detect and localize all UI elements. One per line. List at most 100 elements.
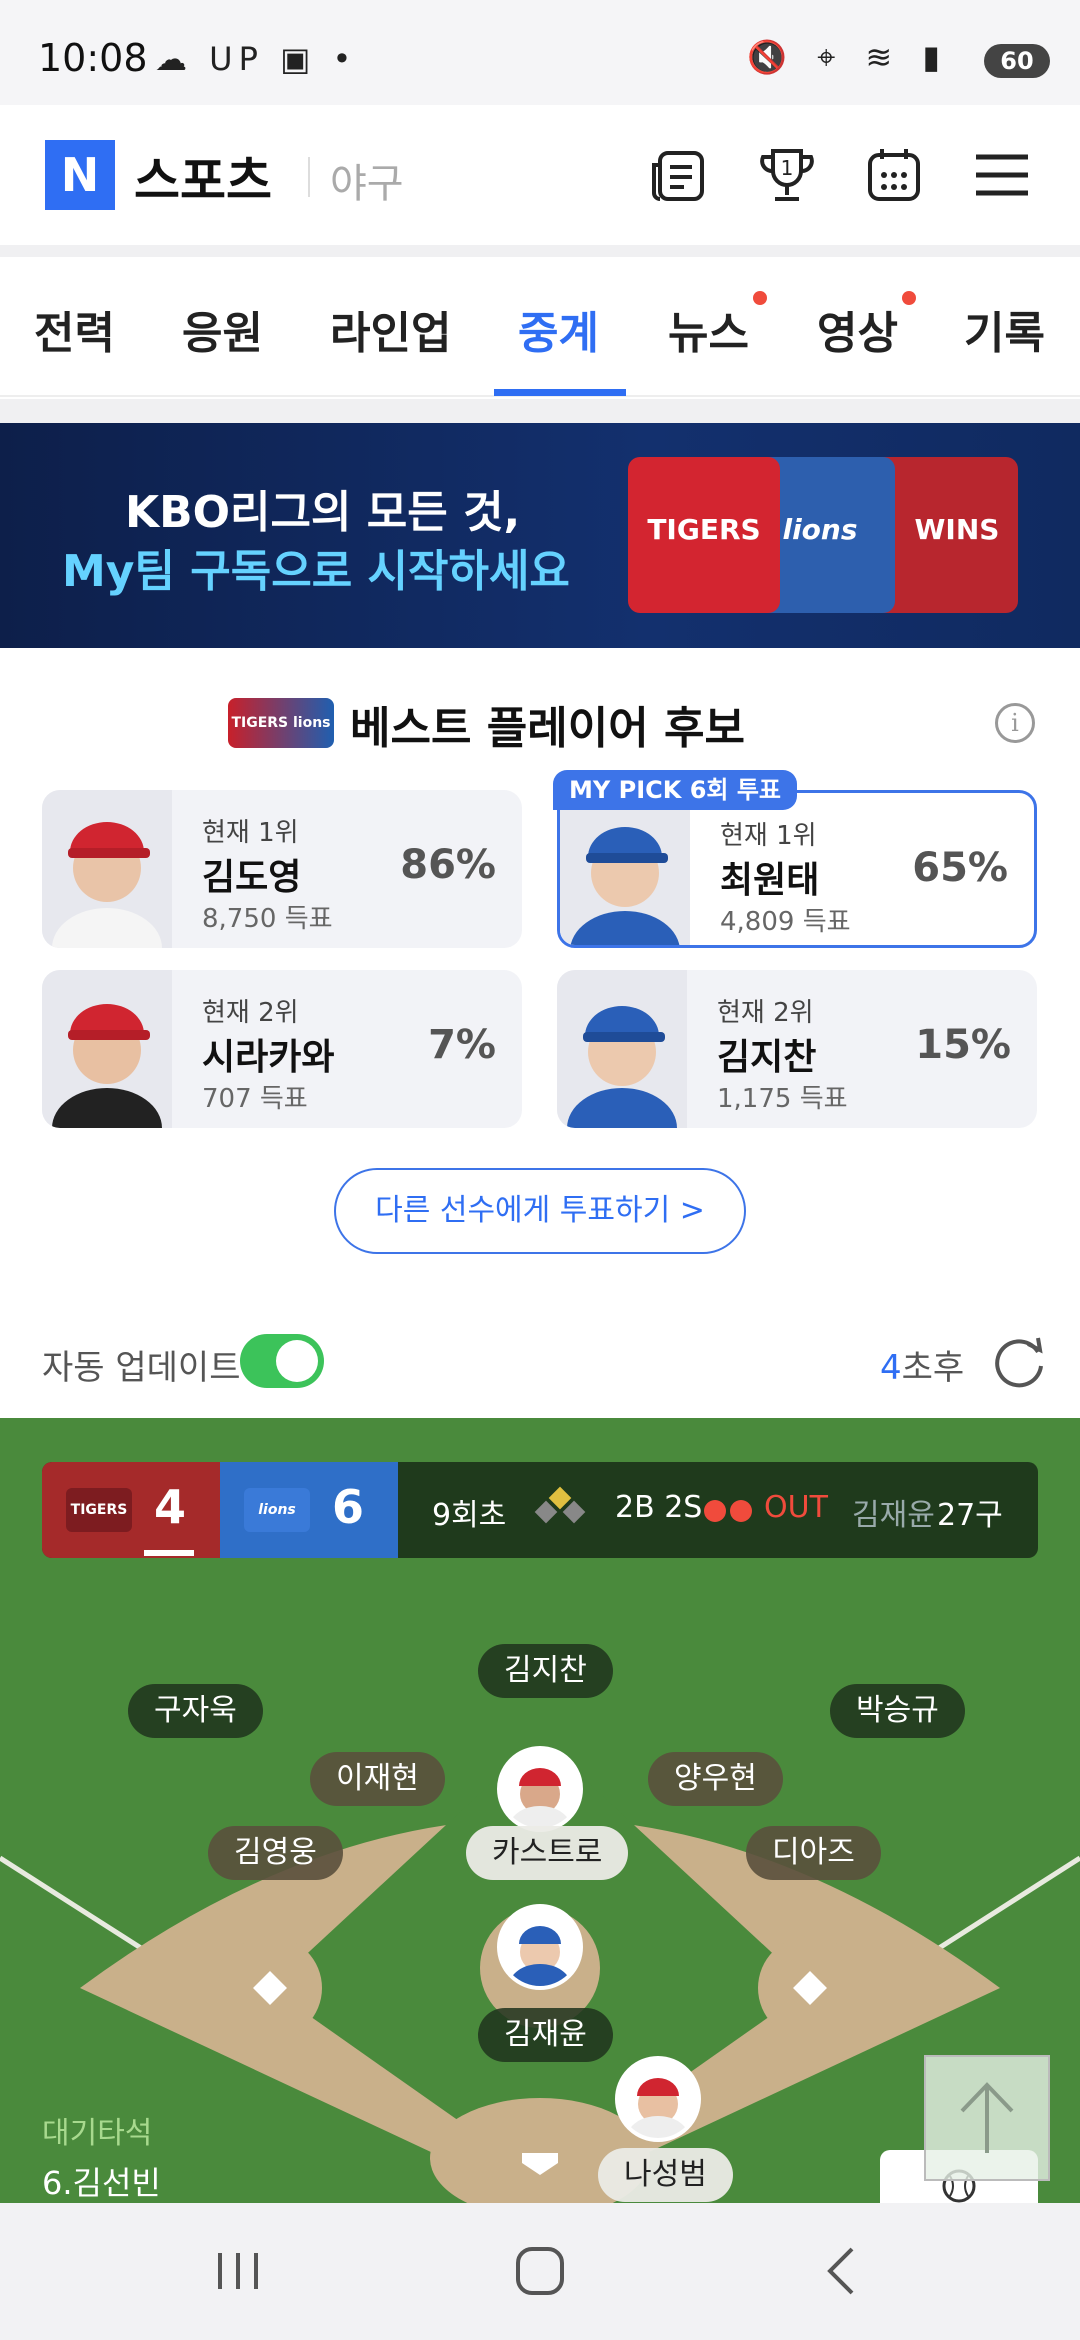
away-team: TIGERS 4 <box>42 1462 220 1558</box>
candidate-card[interactable]: 현재 1위 김도영 8,750 득표 86% <box>42 790 522 948</box>
fielder-2b[interactable]: 양우현 <box>648 1752 783 1806</box>
battery-icon: 60 <box>984 44 1050 78</box>
auto-update-row: 자동 업데이트 4초후 <box>0 1318 1080 1418</box>
banner-line2: My팀 구독으로 시작하세요 <box>62 546 570 597</box>
on-deck-player[interactable]: 6.김선빈 <box>42 2158 161 2203</box>
svg-text:1: 1 <box>781 156 794 180</box>
status-left-icons: ☁ UP ▣ • <box>155 40 358 78</box>
app-header: N 스포츠 야구 1 <box>0 105 1080 245</box>
bases-icon <box>532 1486 588 1532</box>
tabs-separator <box>0 399 1080 423</box>
candidate-votes: 8,750 득표 <box>202 904 333 934</box>
section-subtitle[interactable]: 야구 <box>330 151 404 209</box>
auto-update-toggle[interactable] <box>240 1334 324 1388</box>
candidate-votes: 1,175 득표 <box>717 1084 848 1114</box>
candidate-name: 시라카와 <box>202 1037 335 1078</box>
out-dots <box>704 1500 756 1526</box>
candidate-name: 최원태 <box>720 860 820 901</box>
home-team: lions 6 <box>220 1462 398 1558</box>
home-score: 6 <box>332 1480 365 1534</box>
pitch-count: 27구 <box>937 1498 1003 1533</box>
auto-update-label: 자동 업데이트 <box>42 1348 241 1388</box>
scoreboard[interactable]: TIGERS 4 lions 6 9회초 2B 2S OUT 김재윤 27구 <box>42 1462 1038 1558</box>
runner-name[interactable]: 카스트로 <box>466 1826 629 1880</box>
candidate-percent: 15% <box>915 1022 1011 1068</box>
on-deck-label: 대기타석 <box>42 2116 153 2151</box>
batter-name[interactable]: 나성범 <box>598 2148 733 2202</box>
candidate-name: 김도영 <box>202 857 302 898</box>
fielder-cf[interactable]: 김지찬 <box>478 1644 613 1698</box>
candidate-card[interactable]: 현재 2위 김지찬 1,175 득표 15% <box>557 970 1037 1128</box>
out-label: OUT <box>764 1490 828 1525</box>
header-separator <box>0 245 1080 257</box>
scroll-to-top-button[interactable] <box>924 2055 1050 2181</box>
tab-video[interactable]: 영상 <box>817 291 916 361</box>
player-photo <box>42 790 172 948</box>
candidate-card-my-pick[interactable]: 현재 1위 최원태 4,809 득표 65% <box>557 790 1037 948</box>
matchup-logo: TIGERS lions <box>228 698 334 748</box>
candidate-rank: 현재 2위 <box>717 998 814 1028</box>
tab-eungwon[interactable]: 응원 <box>182 297 263 361</box>
tab-news[interactable]: 뉴스 <box>668 291 767 361</box>
back-icon[interactable] <box>812 2241 872 2301</box>
candidate-rank: 현재 1위 <box>202 818 299 848</box>
news-icon[interactable] <box>650 145 710 205</box>
candidate-percent: 7% <box>428 1022 496 1068</box>
candidate-percent: 86% <box>400 842 496 888</box>
fielder-1b[interactable]: 디아즈 <box>746 1826 881 1880</box>
tab-jeonryeok[interactable]: 전력 <box>34 297 115 361</box>
naver-logo[interactable]: N <box>45 140 115 210</box>
live-field: TIGERS 4 lions 6 9회초 2B 2S OUT 김재윤 27구 김… <box>0 1418 1080 2203</box>
toggle-knob <box>276 1340 318 1382</box>
candidate-percent: 65% <box>912 845 1008 891</box>
candidate-card[interactable]: 현재 2위 시라카와 707 득표 7% <box>42 970 522 1128</box>
pitcher-name: 김재윤 <box>852 1498 935 1533</box>
candidate-rank: 현재 2위 <box>202 998 299 1028</box>
tab-broadcast[interactable]: 중계 <box>518 297 599 361</box>
runner-avatar[interactable] <box>497 1746 583 1832</box>
fielder-ss[interactable]: 이재현 <box>310 1752 445 1806</box>
site-title[interactable]: 스포츠 <box>134 141 272 213</box>
update-countdown: 4초후 <box>880 1348 965 1388</box>
lions-logo: lions <box>244 1488 310 1532</box>
fielder-lf[interactable]: 구자욱 <box>128 1684 263 1738</box>
player-photo <box>560 793 690 945</box>
best-player-section: TIGERS lions 베스트 플레이어 후보 i 현재 1위 김도영 8,7… <box>0 648 1080 1318</box>
home-icon[interactable] <box>510 2241 570 2301</box>
menu-icon[interactable] <box>972 145 1032 205</box>
new-dot <box>901 291 916 305</box>
candidate-name: 김지찬 <box>717 1037 817 1078</box>
vote-other-player-button[interactable]: 다른 선수에게 투표하기 > <box>334 1168 746 1254</box>
away-score: 4 <box>154 1480 187 1534</box>
batting-indicator <box>144 1550 194 1556</box>
tigers-logo: TIGERS <box>628 457 780 613</box>
status-time: 10:08 <box>38 36 148 80</box>
refresh-icon[interactable] <box>988 1330 1050 1392</box>
player-photo <box>557 970 687 1128</box>
tab-bar: 전력 응원 라인업 중계 뉴스 영상 기록 <box>0 257 1080 397</box>
status-bar: 10:08 ☁ UP ▣ • 🔇 ⌖ ≋ ▮ 60 <box>0 0 1080 105</box>
pitcher-avatar[interactable] <box>497 1904 583 1990</box>
candidate-rank: 현재 1위 <box>720 821 817 851</box>
fielder-3b[interactable]: 김영웅 <box>208 1826 343 1880</box>
trophy-icon[interactable]: 1 <box>757 145 817 205</box>
pitcher-label[interactable]: 김재윤 <box>478 2008 613 2062</box>
header-divider <box>308 157 310 197</box>
batter-avatar[interactable] <box>615 2056 701 2142</box>
candidate-votes: 4,809 득표 <box>720 907 851 937</box>
fielder-rf[interactable]: 박승규 <box>830 1684 965 1738</box>
player-photo <box>42 970 172 1128</box>
tab-records[interactable]: 기록 <box>964 297 1045 361</box>
new-dot <box>752 291 767 305</box>
ball-strike-count: 2B 2S <box>615 1490 703 1525</box>
calendar-icon[interactable] <box>864 145 924 205</box>
status-right-icons: 🔇 ⌖ ≋ ▮ <box>747 38 950 76</box>
my-pick-badge: MY PICK 6회 투표 <box>553 770 797 810</box>
inning-label: 9회초 <box>432 1498 507 1533</box>
recents-icon[interactable] <box>208 2241 268 2301</box>
tab-lineup[interactable]: 라인업 <box>330 297 451 361</box>
tigers-logo: TIGERS <box>66 1488 132 1532</box>
promo-banner[interactable]: KBO리그의 모든 것, My팀 구독으로 시작하세요 TIGERS lions… <box>0 423 1080 648</box>
info-icon[interactable]: i <box>995 703 1035 743</box>
banner-line1: KBO리그의 모든 것, <box>125 487 521 538</box>
